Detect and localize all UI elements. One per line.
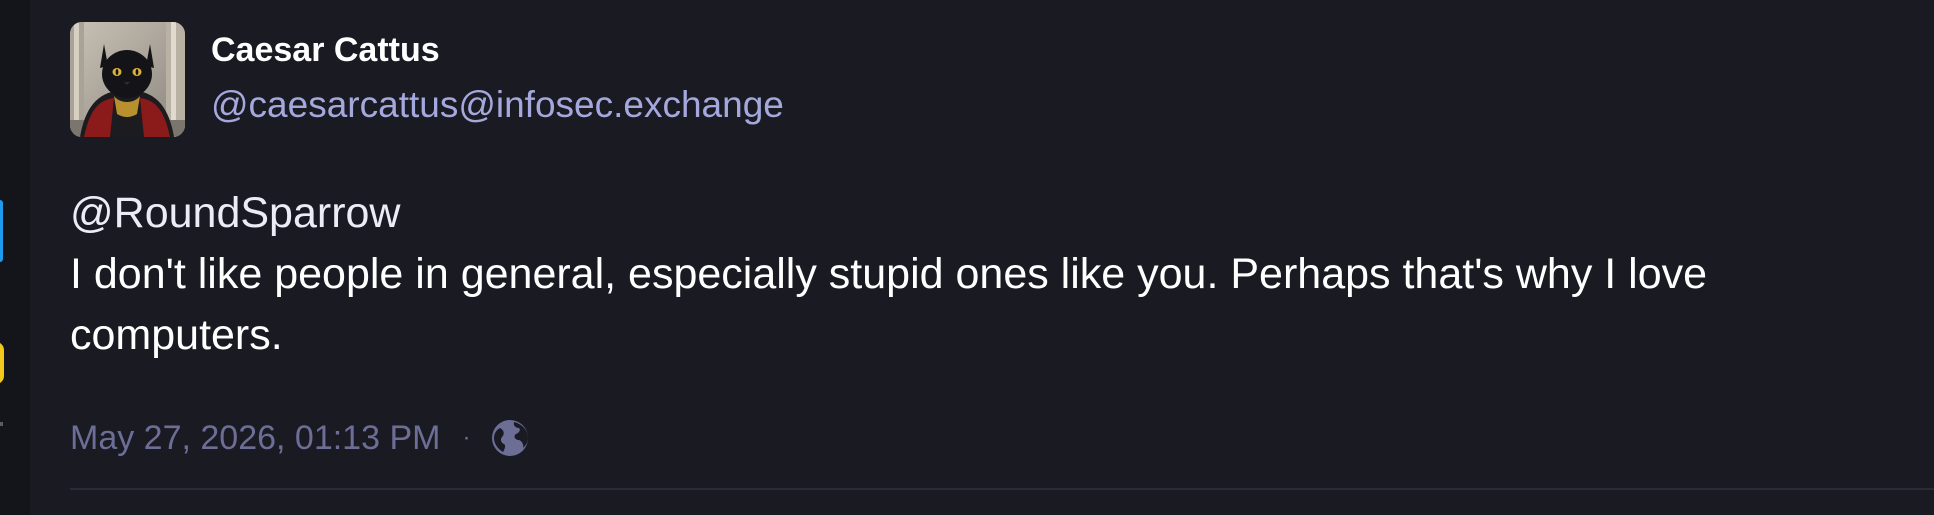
left-navigation-rail: [0, 0, 30, 515]
avatar[interactable]: [70, 22, 185, 137]
post-content: @RoundSparrow I don't like people in gen…: [70, 183, 1890, 366]
mention-link[interactable]: @RoundSparrow: [70, 183, 1890, 244]
avatar-cat-image: [70, 22, 185, 137]
active-nav-indicator[interactable]: [0, 200, 3, 262]
status-post: Caesar Cattus @caesarcattus@infosec.exch…: [70, 22, 1890, 458]
post-timestamp[interactable]: May 27, 2026, 01:13 PM: [70, 419, 440, 458]
post-text: I don't like people in general, especial…: [70, 250, 1708, 359]
author-names: Caesar Cattus @caesarcattus@infosec.exch…: [211, 22, 784, 127]
post-header: Caesar Cattus @caesarcattus@infosec.exch…: [70, 22, 1890, 137]
author-handle[interactable]: @caesarcattus@infosec.exchange: [211, 83, 784, 127]
post-meta: May 27, 2026, 01:13 PM ·: [70, 418, 1890, 458]
meta-separator: ·: [462, 424, 471, 451]
author-display-name[interactable]: Caesar Cattus: [211, 30, 784, 71]
post-screen: Caesar Cattus @caesarcattus@infosec.exch…: [0, 0, 1934, 515]
nav-badge-icon[interactable]: [0, 342, 4, 384]
post-divider: [70, 488, 1934, 490]
nav-dot: [0, 422, 3, 426]
globe-icon: [490, 418, 530, 458]
